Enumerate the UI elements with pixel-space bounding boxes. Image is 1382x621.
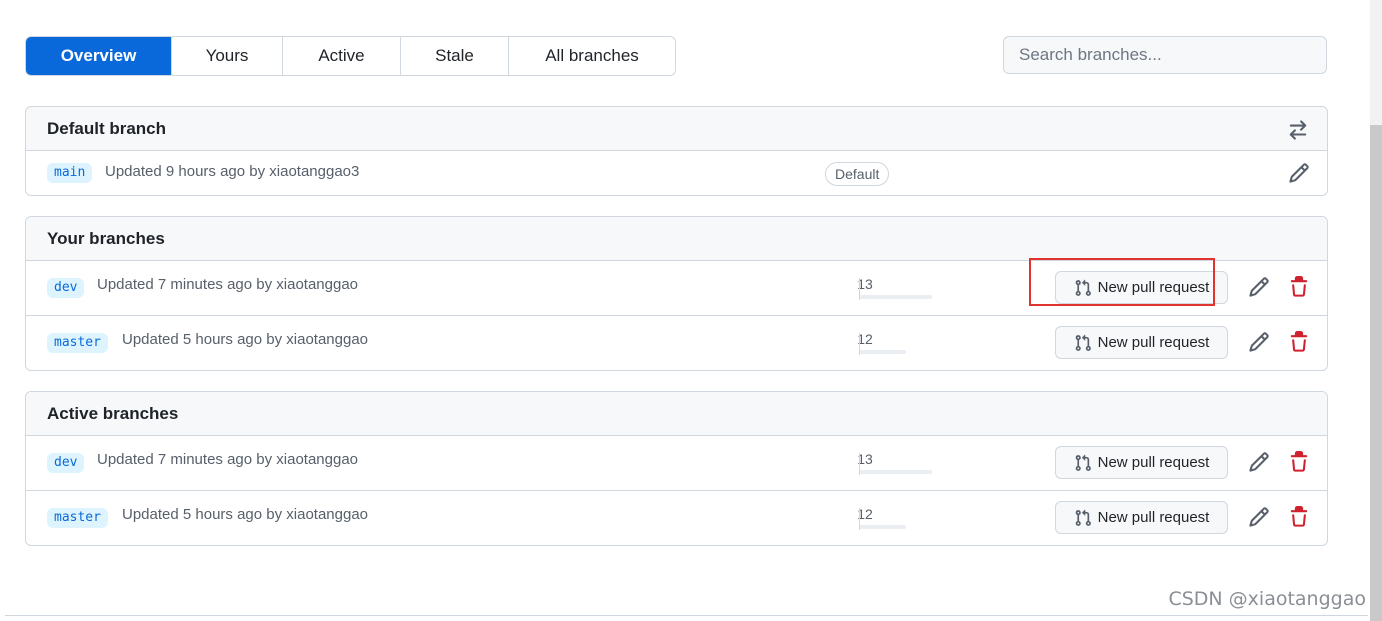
trash-icon[interactable] xyxy=(1288,506,1312,530)
ahead-count: 2 xyxy=(865,331,873,347)
trash-icon[interactable] xyxy=(1288,276,1312,300)
section-header: Default branch xyxy=(26,107,1327,151)
ahead-count: 3 xyxy=(865,276,873,292)
button-label: New pull request xyxy=(1097,454,1210,471)
ahead-bar xyxy=(860,525,906,529)
tab-yours[interactable]: Yours xyxy=(172,37,283,75)
git-pull-request-icon xyxy=(1075,509,1091,526)
branch-row: master Updated 5 hours ago by xiaotangga… xyxy=(26,491,1327,545)
ahead-bar xyxy=(860,295,932,299)
ahead-behind-indicator: 1 2 xyxy=(848,506,938,530)
pencil-icon[interactable] xyxy=(1248,506,1272,530)
search-branches-input[interactable] xyxy=(1003,36,1327,74)
section-header: Your branches xyxy=(26,217,1327,261)
pencil-icon[interactable] xyxy=(1248,331,1272,355)
section-title: Active branches xyxy=(47,404,179,423)
updated-text: Updated 9 hours ago by xiaotanggao3 xyxy=(105,163,360,180)
arrow-switch-icon[interactable] xyxy=(1287,119,1309,141)
branch-row: main Updated 9 hours ago by xiaotanggao3… xyxy=(26,151,1327,195)
pencil-icon[interactable] xyxy=(1248,276,1272,300)
ahead-bar xyxy=(860,470,932,474)
tab-all-branches[interactable]: All branches xyxy=(509,37,675,75)
branch-name[interactable]: main xyxy=(47,163,93,183)
your-branches-section: Your branches dev Updated 7 minutes ago … xyxy=(25,216,1328,371)
ahead-behind-indicator: 1 3 xyxy=(848,276,938,300)
branch-name[interactable]: master xyxy=(47,333,108,353)
trash-icon[interactable] xyxy=(1288,451,1312,475)
ahead-behind-indicator: 1 3 xyxy=(848,451,938,475)
active-branches-section: Active branches dev Updated 7 minutes ag… xyxy=(25,391,1328,546)
button-label: New pull request xyxy=(1097,509,1210,526)
bottom-divider xyxy=(5,615,1368,616)
watermark: CSDN @xiaotanggao xyxy=(1168,588,1366,610)
git-pull-request-icon xyxy=(1075,454,1091,471)
ahead-bar xyxy=(860,350,906,354)
git-pull-request-icon xyxy=(1075,279,1091,296)
new-pull-request-button[interactable]: New pull request xyxy=(1055,271,1228,304)
new-pull-request-button[interactable]: New pull request xyxy=(1055,326,1228,359)
new-pull-request-button[interactable]: New pull request xyxy=(1055,446,1228,479)
pencil-icon[interactable] xyxy=(1288,162,1312,186)
branch-name[interactable]: master xyxy=(47,508,108,528)
tab-overview[interactable]: Overview xyxy=(26,37,172,75)
ahead-count: 3 xyxy=(865,451,873,467)
branch-row: dev Updated 7 minutes ago by xiaotanggao… xyxy=(26,261,1327,316)
branch-filter-tabs: Overview Yours Active Stale All branches xyxy=(25,36,676,76)
scrollbar-thumb[interactable] xyxy=(1370,125,1382,621)
ahead-behind-indicator: 1 2 xyxy=(848,331,938,355)
updated-text: Updated 7 minutes ago by xiaotanggao xyxy=(97,451,359,468)
updated-text: Updated 7 minutes ago by xiaotanggao xyxy=(97,276,359,293)
updated-text: Updated 5 hours ago by xiaotanggao xyxy=(122,331,369,348)
branch-name[interactable]: dev xyxy=(47,453,85,473)
trash-icon[interactable] xyxy=(1288,331,1312,355)
default-badge: Default xyxy=(825,162,890,186)
new-pull-request-button[interactable]: New pull request xyxy=(1055,501,1228,534)
button-label: New pull request xyxy=(1097,334,1210,351)
section-title: Your branches xyxy=(47,229,165,248)
section-title: Default branch xyxy=(47,119,167,138)
ahead-count: 2 xyxy=(865,506,873,522)
button-label: New pull request xyxy=(1097,279,1210,296)
updated-text: Updated 5 hours ago by xiaotanggao xyxy=(122,506,369,523)
branch-row: master Updated 5 hours ago by xiaotangga… xyxy=(26,316,1327,370)
section-header: Active branches xyxy=(26,392,1327,436)
branch-row: dev Updated 7 minutes ago by xiaotanggao… xyxy=(26,436,1327,491)
default-branch-section: Default branch main Updated 9 hours ago … xyxy=(25,106,1328,196)
git-pull-request-icon xyxy=(1075,334,1091,351)
tab-stale[interactable]: Stale xyxy=(401,37,509,75)
tab-active[interactable]: Active xyxy=(283,37,401,75)
pencil-icon[interactable] xyxy=(1248,451,1272,475)
branch-name[interactable]: dev xyxy=(47,278,85,298)
